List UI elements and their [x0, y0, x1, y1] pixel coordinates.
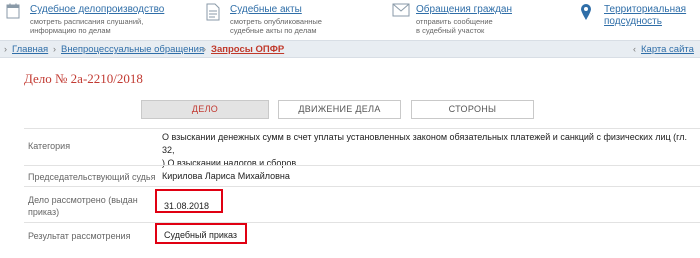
tab-parties[interactable]: СТОРОНЫ: [411, 100, 534, 119]
envelope-icon: [392, 3, 410, 23]
judge-value: Кирилова Лариса Михайловна: [162, 171, 290, 181]
map-pin-icon: [580, 3, 598, 23]
sitemap-link[interactable]: ‹ Карта сайта: [633, 44, 694, 55]
nav-link-jurisdiction[interactable]: Территориальная подсудность: [604, 4, 686, 28]
breadcrumb-home[interactable]: › Главная: [4, 44, 48, 55]
judge-label: Председательствующий судья: [28, 172, 156, 182]
tab-case[interactable]: ДЕЛО: [141, 100, 269, 119]
row-result: Результат рассмотрения Судебный приказ: [24, 222, 700, 248]
nav-link-line[interactable]: подсудность: [604, 16, 662, 27]
breadcrumb: › Главная › Внепроцессуальные обращения › З…: [0, 40, 700, 58]
row-category: Категория О взыскании денежных сумм в сч…: [24, 128, 700, 168]
document-icon: [206, 3, 224, 23]
chevron-right-icon: ›: [4, 44, 7, 54]
nav-link-line[interactable]: Территориальная: [604, 4, 686, 15]
considered-label-line: Дело рассмотрено (выдан: [28, 195, 138, 205]
nav-desc-line: информацию по делам: [30, 26, 111, 35]
calendar-icon: [6, 3, 24, 23]
nav-link-court-acts[interactable]: Судебные акты: [230, 4, 302, 15]
top-navigation: Судебное делопроизводство смотреть распи…: [0, 0, 700, 38]
highlight-box-date: [155, 189, 223, 213]
breadcrumb-label[interactable]: Запросы ОПФР: [211, 44, 284, 55]
considered-label: Дело рассмотрено (выдан приказ): [28, 194, 138, 218]
nav-link-citizen-appeals[interactable]: Обращения граждан: [416, 4, 512, 15]
nav-desc-citizen-appeals: отправить сообщение в судебный участок: [416, 17, 493, 35]
category-label: Категория: [28, 141, 71, 151]
highlight-box-result: [155, 223, 247, 244]
row-judge: Председательствующий судья Кирилова Лари…: [24, 165, 700, 186]
breadcrumb-appeals[interactable]: › Внепроцессуальные обращения: [53, 44, 204, 55]
chevron-left-icon: ‹: [633, 44, 636, 54]
tab-case-movement[interactable]: ДВИЖЕНИЕ ДЕЛА: [278, 100, 401, 119]
considered-label-line: приказ): [28, 207, 60, 217]
nav-desc-court-proceedings: смотреть расписания слушаний, информацию…: [30, 17, 143, 35]
page-title: Дело № 2а-2210/2018: [24, 71, 143, 86]
chevron-right-icon: ›: [53, 44, 56, 54]
chevron-right-icon: ›: [203, 44, 206, 54]
nav-desc-line: смотреть расписания слушаний,: [30, 17, 144, 26]
nav-desc-line: в судебный участок: [416, 26, 485, 35]
nav-desc-line: судебные акты по делам: [230, 26, 317, 35]
row-considered: Дело рассмотрено (выдан приказ) 31.08.20…: [24, 186, 700, 222]
nav-desc-court-acts: смотреть опубликованные судебные акты по…: [230, 17, 322, 35]
breadcrumb-opfr[interactable]: › Запросы ОПФР: [203, 44, 284, 55]
nav-link-court-proceedings[interactable]: Судебное делопроизводство: [30, 4, 164, 15]
sitemap-label[interactable]: Карта сайта: [641, 44, 694, 55]
result-label: Результат рассмотрения: [28, 231, 131, 241]
category-value-line: О взыскании денежных сумм в счет уплаты …: [162, 132, 687, 155]
nav-desc-line: смотреть опубликованные: [230, 17, 322, 26]
nav-desc-line: отправить сообщение: [416, 17, 493, 26]
breadcrumb-label[interactable]: Внепроцессуальные обращения: [61, 44, 204, 55]
breadcrumb-label[interactable]: Главная: [12, 44, 48, 55]
